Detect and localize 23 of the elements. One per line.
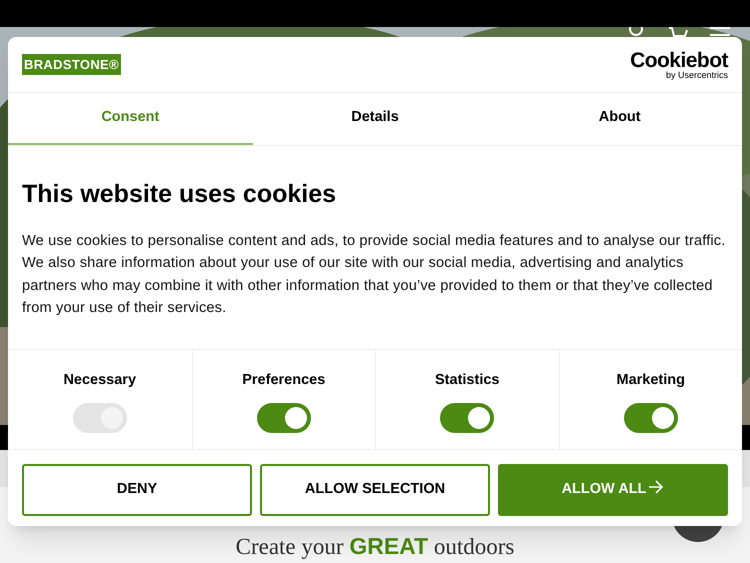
cart-icon[interactable] <box>668 27 688 37</box>
toggle-switch[interactable] <box>440 403 494 434</box>
toggle-switch[interactable] <box>256 403 311 434</box>
allow-all-button[interactable]: ALLOW ALL <box>498 464 728 516</box>
toggle-switch[interactable] <box>624 403 678 434</box>
consent-button[interactable]: ALLOW SELECTION <box>260 464 490 516</box>
tab[interactable]: Consent <box>8 93 253 145</box>
headline: Create your GREAT outdoors <box>236 532 514 561</box>
provider-subtitle: by Usercentrics <box>666 70 728 80</box>
tab[interactable]: About <box>497 93 742 145</box>
dialog-title: This website uses cookies <box>22 179 338 210</box>
category-label: Preferences <box>242 370 326 390</box>
arrow-icon <box>648 478 664 494</box>
category-label: Statistics <box>435 370 500 390</box>
provider-logo: Cookiebot <box>630 50 728 70</box>
consent-button[interactable]: DENY <box>22 464 252 516</box>
tab[interactable]: Details <box>252 93 498 145</box>
category-label: Necessary <box>63 370 136 390</box>
body-text: We use cookies to personalise content and ads, to provide social media features and to analyse our traffic. We also share information about your use of our site with our social media, advertising and analytics partners who may combine it with other information that you’ve provided to them or that they’ve collected from your use of their services. <box>22 232 726 318</box>
brand-logo: BRADSTONE® <box>22 54 121 76</box>
menu-icon[interactable] <box>710 27 730 37</box>
category-label: Marketing <box>616 370 685 390</box>
search-icon[interactable] <box>628 27 646 37</box>
